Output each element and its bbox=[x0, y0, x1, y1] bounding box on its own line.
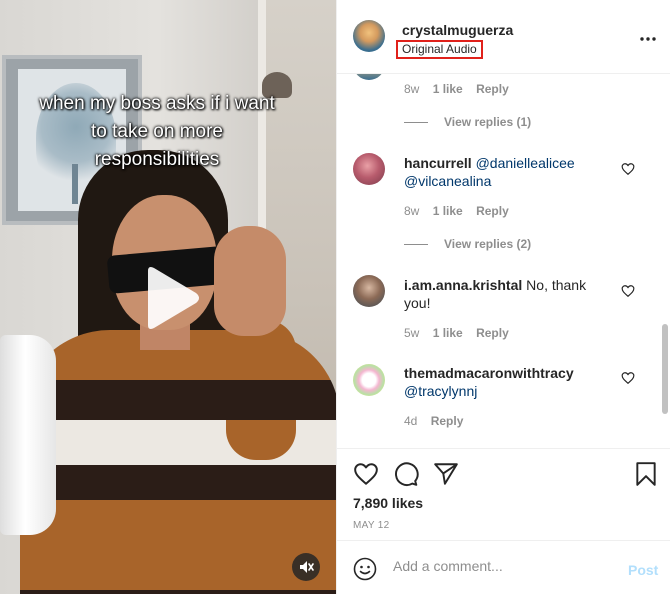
comment-age: 5w bbox=[404, 326, 420, 340]
mention-link[interactable]: @daniellealicee bbox=[476, 155, 575, 171]
avatar[interactable] bbox=[353, 20, 385, 52]
comment-age: 8w bbox=[404, 204, 420, 218]
add-comment-bar: Add a comment... Post bbox=[337, 540, 670, 594]
post-button[interactable]: Post bbox=[628, 562, 658, 578]
caption-line: to take on more bbox=[90, 121, 224, 142]
comment-age: 8w bbox=[404, 82, 420, 96]
avatar[interactable] bbox=[353, 74, 385, 80]
post-header: crystalmuguerza Original Audio bbox=[337, 0, 670, 74]
view-replies-button[interactable]: View replies (2) bbox=[444, 237, 531, 251]
comment-text: i.am.anna.krishtal No, thank you! bbox=[404, 276, 614, 312]
post-panel: crystalmuguerza Original Audio 8w 1 like… bbox=[336, 0, 670, 594]
reply-button[interactable]: Reply bbox=[476, 82, 509, 96]
heart-icon[interactable] bbox=[621, 162, 635, 176]
emoji-icon[interactable] bbox=[353, 557, 377, 581]
person-hand bbox=[214, 226, 286, 336]
post-date: MAY 12 bbox=[353, 520, 390, 531]
likes-count[interactable]: 7,890 likes bbox=[353, 495, 423, 511]
avatar[interactable] bbox=[353, 275, 385, 307]
caption-line: responsibilities bbox=[94, 149, 220, 170]
comment-username[interactable]: hancurrell bbox=[404, 155, 472, 171]
replies-divider bbox=[404, 244, 428, 245]
comment-username[interactable]: i.am.anna.krishtal bbox=[404, 277, 522, 293]
comment-meta: 4d Reply bbox=[404, 414, 463, 428]
caption-line: when my boss asks if i want bbox=[39, 93, 275, 114]
reply-button[interactable]: Reply bbox=[476, 204, 509, 218]
avatar[interactable] bbox=[353, 153, 385, 185]
view-replies-button[interactable]: View replies (1) bbox=[444, 115, 531, 129]
comment-likes[interactable]: 1 like bbox=[433, 82, 463, 96]
white-tumbler bbox=[0, 335, 56, 535]
mention-link[interactable]: @vilcanealina bbox=[404, 173, 491, 189]
send-icon[interactable] bbox=[433, 461, 459, 487]
mention-link[interactable]: @tracylynnj bbox=[404, 383, 477, 399]
comment-input[interactable]: Add a comment... bbox=[393, 558, 613, 574]
reply-button[interactable]: Reply bbox=[431, 414, 464, 428]
more-horizontal-icon[interactable] bbox=[640, 29, 656, 41]
avatar[interactable] bbox=[353, 364, 385, 396]
comment-likes[interactable]: 1 like bbox=[433, 326, 463, 340]
person-arm bbox=[226, 320, 296, 460]
play-icon[interactable] bbox=[140, 265, 202, 331]
comments-scrollbar[interactable] bbox=[662, 324, 668, 414]
comment-username[interactable]: themadmacaronwithtracy bbox=[404, 365, 574, 381]
original-audio-link[interactable]: Original Audio bbox=[396, 40, 483, 59]
comment-age: 4d bbox=[404, 414, 418, 428]
comment-text: hancurrell @daniellealicee @vilcanealina bbox=[404, 154, 614, 190]
author-username[interactable]: crystalmuguerza bbox=[402, 22, 513, 38]
video-player[interactable]: when my boss asks if i want to take on m… bbox=[0, 0, 336, 594]
comment-meta: 8w 1 like Reply bbox=[404, 204, 509, 218]
replies-divider bbox=[404, 122, 428, 123]
heart-icon[interactable] bbox=[621, 284, 635, 298]
reply-button[interactable]: Reply bbox=[476, 326, 509, 340]
comment-meta: 5w 1 like Reply bbox=[404, 326, 509, 340]
heart-icon[interactable] bbox=[353, 461, 379, 487]
speaker-muted-icon[interactable] bbox=[292, 553, 320, 581]
video-caption: when my boss asks if i want to take on m… bbox=[12, 90, 302, 174]
post-actions: 7,890 likes MAY 12 bbox=[337, 448, 670, 540]
comment-likes[interactable]: 1 like bbox=[433, 204, 463, 218]
bookmark-icon[interactable] bbox=[633, 461, 659, 487]
comments-list[interactable]: 8w 1 like Reply View replies (1) hancurr… bbox=[337, 74, 670, 448]
comment-meta: 8w 1 like Reply bbox=[404, 82, 509, 96]
heart-icon[interactable] bbox=[621, 371, 635, 385]
comment-text: themadmacaronwithtracy @tracylynnj bbox=[404, 364, 614, 400]
comment-icon[interactable] bbox=[393, 461, 419, 487]
